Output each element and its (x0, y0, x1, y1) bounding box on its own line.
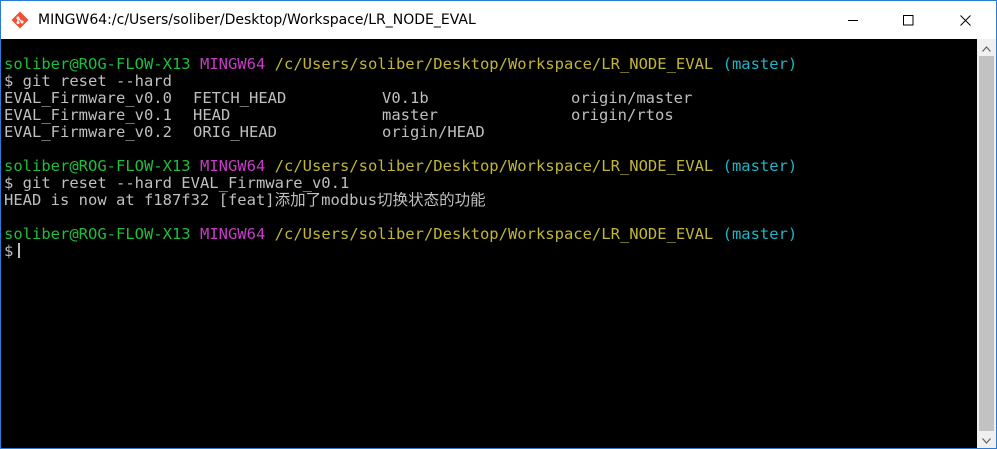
prompt-branch: (master) (722, 56, 798, 73)
prompt-line: soliber@ROG-FLOW-X13 MINGW64 /c/Users/so… (4, 56, 974, 73)
title-bar[interactable]: MINGW64:/c/Users/soliber/Desktop/Workspa… (1, 1, 996, 39)
minimize-icon (847, 11, 859, 30)
prompt-system: MINGW64 (199, 56, 266, 73)
command-output: HEAD is now at f187f32 [feat]添加了modbus切换… (4, 192, 486, 209)
prompt-path: /c/Users/soliber/Desktop/Workspace/LR_NO… (274, 158, 714, 175)
scroll-thumb[interactable] (979, 56, 994, 431)
prompt-path: /c/Users/soliber/Desktop/Workspace/LR_NO… (274, 226, 714, 243)
completion-item: origin/rtos (571, 107, 674, 124)
completion-item: EVAL_Firmware_v0.0 (4, 90, 172, 107)
command-line: $ git reset --hard EVAL_Firmware_v0.1 (4, 175, 350, 192)
prompt-line: soliber@ROG-FLOW-X13 MINGW64 /c/Users/so… (4, 158, 974, 175)
completion-row: EVAL_Firmware_v0.0 FETCH_HEAD V0.1b origin/… (4, 90, 974, 107)
completion-item: origin/HEAD (382, 124, 485, 141)
chevron-up-icon (982, 39, 991, 57)
completion-item: origin/master (571, 90, 693, 107)
terminal-window: MINGW64:/c/Users/soliber/Desktop/Workspa… (0, 0, 997, 449)
prompt-path: /c/Users/soliber/Desktop/Workspace/LR_NO… (274, 56, 714, 73)
input-prompt: $ (4, 243, 14, 260)
git-bash-icon (11, 11, 29, 29)
prompt-branch: (master) (722, 158, 798, 175)
completion-item: master (382, 107, 438, 124)
close-icon (959, 11, 971, 30)
completion-item: ORIG_HEAD (193, 124, 277, 141)
completion-item: EVAL_Firmware_v0.1 (4, 107, 172, 124)
prompt-branch: (master) (722, 226, 798, 243)
text-cursor (18, 243, 21, 258)
close-button[interactable] (942, 1, 988, 39)
completion-item: FETCH_HEAD (193, 90, 287, 107)
prompt-user-host: soliber@ROG-FLOW-X13 (4, 56, 191, 73)
scroll-up-button[interactable] (977, 39, 996, 56)
window-title: MINGW64:/c/Users/soliber/Desktop/Workspa… (38, 12, 476, 28)
prompt-line: soliber@ROG-FLOW-X13 MINGW64 /c/Users/so… (4, 226, 974, 243)
input-line[interactable]: $ (4, 243, 974, 260)
vertical-scrollbar[interactable] (977, 39, 996, 448)
terminal-output[interactable]: soliber@ROG-FLOW-X13 MINGW64 /c/Users/so… (4, 56, 974, 446)
maximize-button[interactable] (885, 1, 931, 39)
prompt-system: MINGW64 (199, 158, 266, 175)
completion-row: EVAL_Firmware_v0.1 HEAD master origin/rtos (4, 107, 974, 124)
chevron-down-icon (982, 431, 991, 449)
completion-row: EVAL_Firmware_v0.2 ORIG_HEAD origin/HEAD (4, 124, 974, 141)
completion-item: V0.1b (382, 90, 429, 107)
completion-item: HEAD (193, 107, 231, 124)
scroll-down-button[interactable] (977, 431, 996, 448)
maximize-icon (902, 11, 914, 30)
completion-item: EVAL_Firmware_v0.2 (4, 124, 172, 141)
command-line: $ git reset --hard (4, 73, 172, 90)
minimize-button[interactable] (830, 1, 876, 39)
prompt-user-host: soliber@ROG-FLOW-X13 (4, 226, 191, 243)
prompt-user-host: soliber@ROG-FLOW-X13 (4, 158, 191, 175)
prompt-system: MINGW64 (199, 226, 266, 243)
